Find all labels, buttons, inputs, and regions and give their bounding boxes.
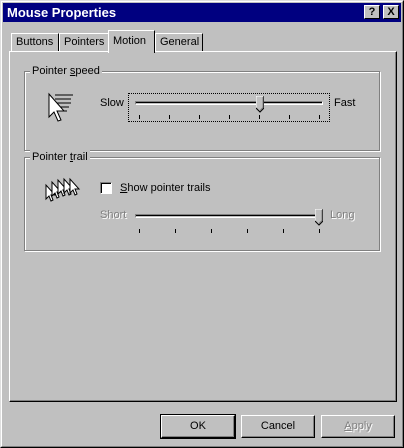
slider-tick xyxy=(229,115,230,119)
speed-slider-thumb[interactable] xyxy=(256,96,264,113)
trail-slider-thumb[interactable] xyxy=(315,209,323,226)
window-title: Mouse Properties xyxy=(7,5,117,20)
close-button[interactable]: X xyxy=(383,5,399,19)
apply-button[interactable]: Apply xyxy=(321,415,395,438)
pointer-speed-group-label: Pointer speed xyxy=(30,64,102,78)
close-icon: X xyxy=(387,6,395,18)
slider-tick xyxy=(319,115,320,119)
speed-min-label: Slow xyxy=(100,97,124,109)
slider-tick xyxy=(211,229,212,233)
speed-max-label: Fast xyxy=(334,97,356,109)
trail-slider-track[interactable] xyxy=(135,214,323,218)
mouse-properties-window: Mouse Properties ? X Buttons Pointers Mo… xyxy=(0,0,404,448)
help-button[interactable]: ? xyxy=(364,5,380,19)
speed-slider-track[interactable] xyxy=(135,101,323,105)
apply-button-accel: A xyxy=(344,420,352,432)
slider-tick xyxy=(169,115,170,119)
trail-max-label: Long xyxy=(330,209,355,221)
slider-tick xyxy=(139,229,140,233)
tab-pointers-label: Pointers xyxy=(64,36,105,48)
pointer-speed-group: Pointer speed Slow Fast xyxy=(24,64,380,151)
show-pointer-trails-label[interactable]: Show pointer trails xyxy=(120,181,211,195)
slider-tick xyxy=(319,229,320,233)
tab-general-label: General xyxy=(160,36,200,48)
tab-motion[interactable]: Motion xyxy=(108,30,155,53)
help-icon: ? xyxy=(368,6,376,18)
cancel-button[interactable]: Cancel xyxy=(241,415,315,438)
cancel-button-label: Cancel xyxy=(260,420,296,432)
slider-tick xyxy=(247,229,248,233)
slider-tick xyxy=(259,115,260,119)
trail-min-label: Short xyxy=(100,209,127,221)
motion-tab-panel: Pointer speed Slow Fast Pointer trail Sh… xyxy=(9,51,397,402)
tab-pointers[interactable]: Pointers xyxy=(59,33,109,52)
slider-tick xyxy=(199,115,200,119)
slider-tick xyxy=(289,115,290,119)
title-bar[interactable]: Mouse Properties ? X xyxy=(3,3,401,22)
pointer-speed-arrow-icon xyxy=(48,92,73,122)
tab-buttons[interactable]: Buttons xyxy=(11,33,59,52)
ok-button[interactable]: OK xyxy=(160,414,236,439)
tab-buttons-label: Buttons xyxy=(16,36,54,48)
slider-tick xyxy=(175,229,176,233)
tab-general[interactable]: General xyxy=(155,33,203,52)
pointer-trail-arrows-icon xyxy=(45,177,81,202)
slider-tick xyxy=(283,229,284,233)
pointer-trail-group: Pointer trail Show pointer trails Short … xyxy=(24,150,380,251)
slider-tick xyxy=(139,115,140,119)
pointer-trail-group-label: Pointer trail xyxy=(30,150,90,164)
tab-motion-label: Motion xyxy=(113,35,147,47)
show-pointer-trails-checkbox[interactable] xyxy=(100,182,112,194)
apply-button-label: pply xyxy=(351,420,372,432)
ok-button-label: OK xyxy=(190,420,206,432)
